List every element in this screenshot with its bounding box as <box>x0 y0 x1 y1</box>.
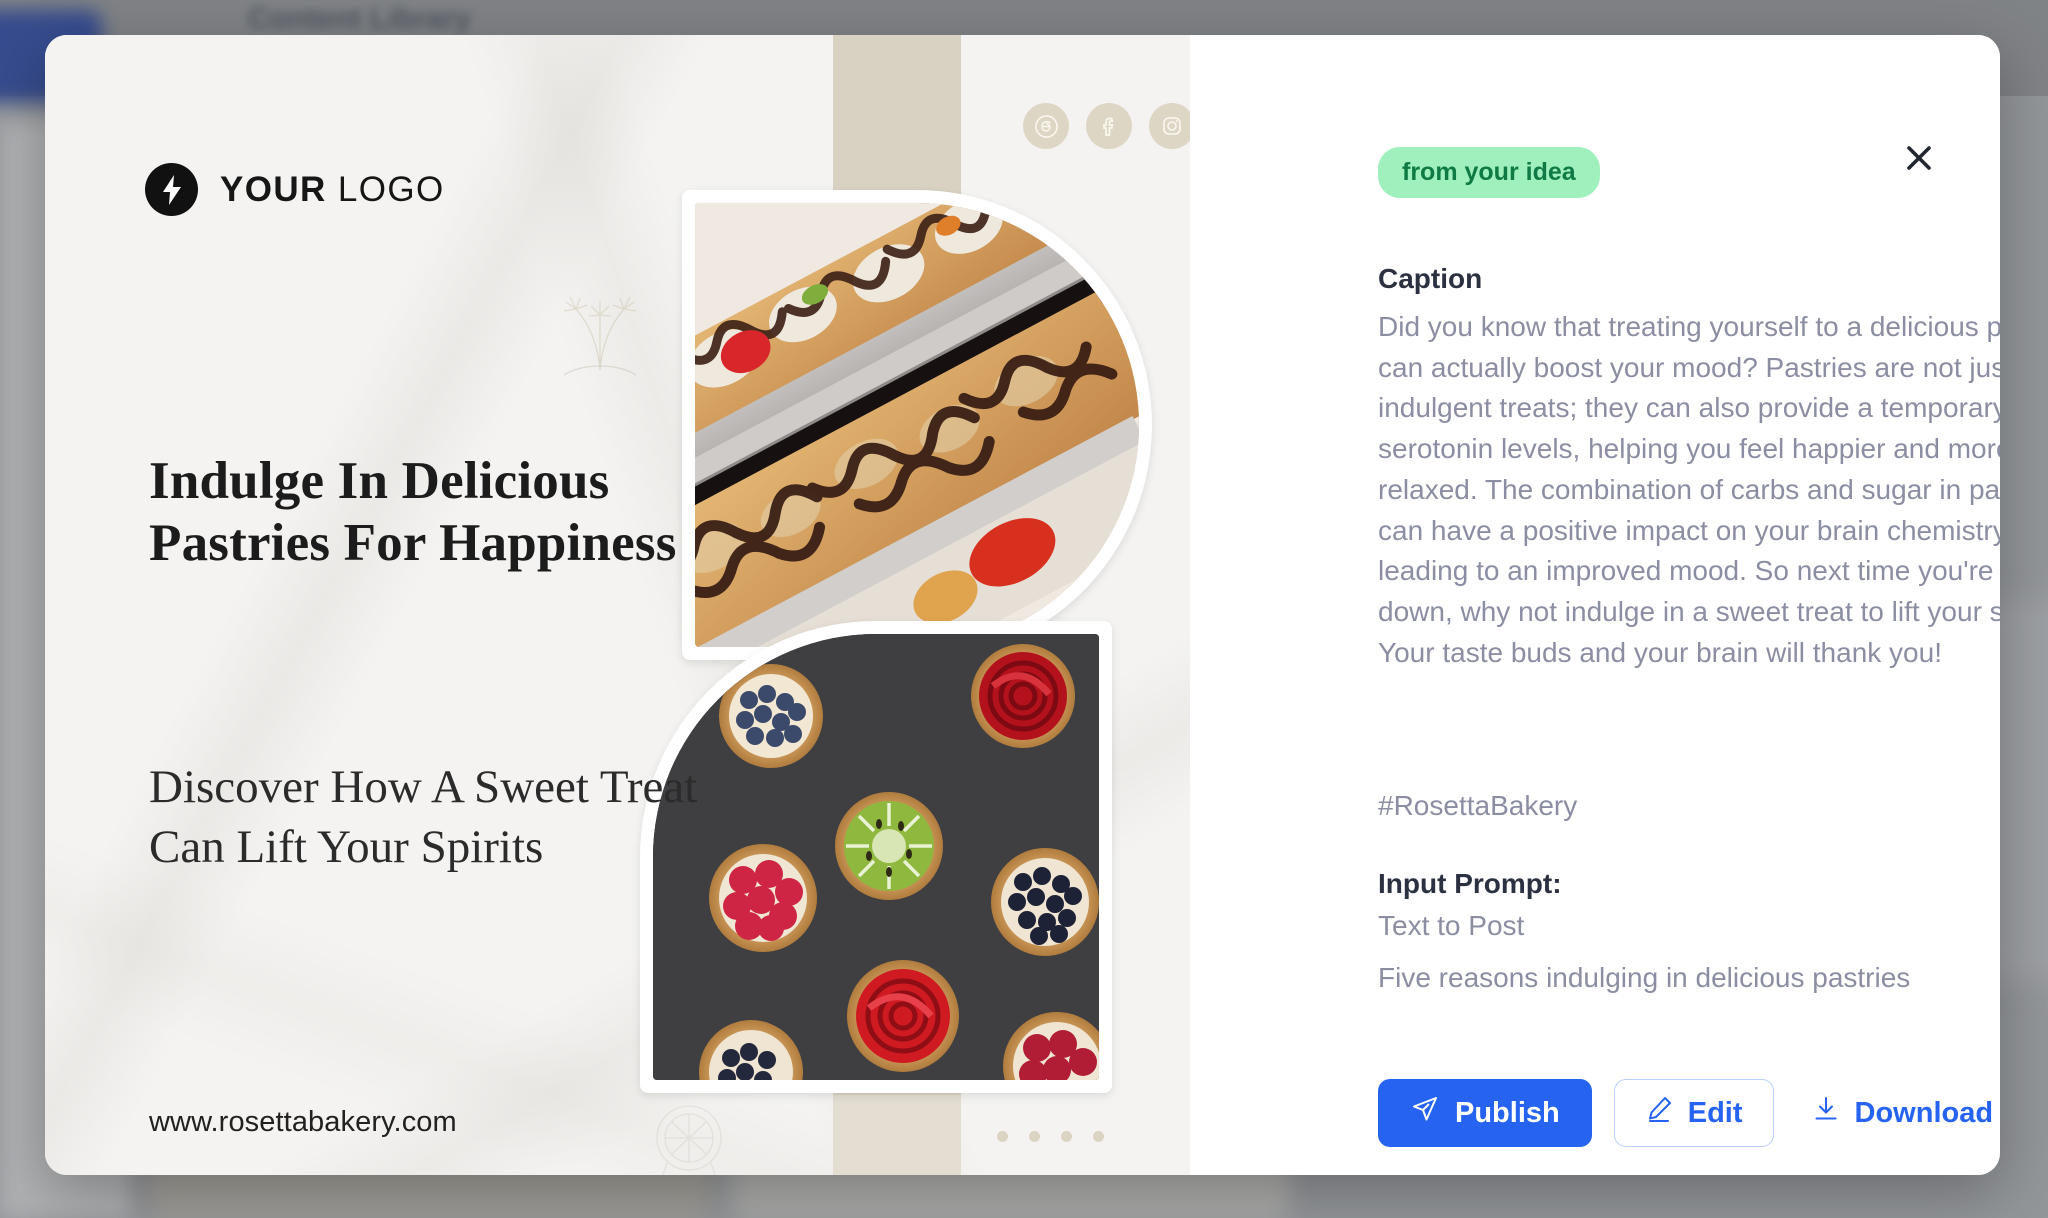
content-preview-modal: YOUR LOGO Indulge In Delicious Pastries … <box>45 35 2000 1175</box>
status-badge: from your idea <box>1378 147 1600 198</box>
poster-photo-pastries <box>682 190 1152 660</box>
input-prompt-type: Text to Post <box>1378 910 1525 941</box>
poster-social-links <box>1023 103 1190 149</box>
edit-button-label: Edit <box>1687 1096 1743 1129</box>
decoration-dot <box>1029 1131 1040 1142</box>
poster-subhead: Discover How A Sweet Treat Can Lift Your… <box>149 761 698 874</box>
poster-logo-text: YOUR LOGO <box>220 170 445 210</box>
poster-website-url: www.rosettabakery.com <box>149 1106 457 1138</box>
threads-icon <box>1023 103 1069 149</box>
poster-accent-stripe-lower <box>833 1095 961 1175</box>
poster-headline: Indulge In Delicious Pastries For Happin… <box>149 452 677 572</box>
publish-button-label: Publish <box>1455 1096 1560 1129</box>
download-button-label: Download <box>1854 1096 1994 1129</box>
badge-ribbon-decoration-icon <box>633 1093 745 1175</box>
decoration-dot <box>1093 1131 1104 1142</box>
wheat-decoration-icon <box>540 275 660 395</box>
caption-text: Did you know that treating yourself to a… <box>1378 311 2000 668</box>
content-detail-panel: from your idea Caption Did you know that… <box>1190 35 2000 1175</box>
logo-brand-regular: LOGO <box>337 169 445 209</box>
send-icon <box>1410 1094 1440 1132</box>
facebook-icon <box>1086 103 1132 149</box>
caption-hashtag: #RosettaBakery <box>1378 790 1578 821</box>
decoration-dot <box>1061 1131 1072 1142</box>
decoration-dot <box>997 1131 1008 1142</box>
input-prompt-text: Five reasons indulging in delicious past… <box>1378 962 1911 993</box>
action-bar: Publish Edit Download <box>1378 1079 2000 1147</box>
poster-dot-decoration <box>997 1131 1104 1142</box>
close-icon[interactable] <box>1896 135 1942 181</box>
publish-button[interactable]: Publish <box>1378 1079 1592 1147</box>
poster-preview[interactable]: YOUR LOGO Indulge In Delicious Pastries … <box>45 35 1190 1175</box>
download-icon <box>1812 1095 1840 1131</box>
poster-logo: YOUR LOGO <box>145 163 445 216</box>
instagram-icon <box>1149 103 1190 149</box>
edit-button[interactable]: Edit <box>1613 1079 1774 1147</box>
pencil-icon <box>1645 1095 1673 1131</box>
download-button[interactable]: Download <box>1812 1079 1994 1147</box>
input-prompt-label: Input Prompt: <box>1378 868 1562 899</box>
lightning-bolt-icon <box>145 163 198 216</box>
logo-brand-bold: YOUR <box>220 169 327 209</box>
caption-label: Caption <box>1378 263 1483 294</box>
